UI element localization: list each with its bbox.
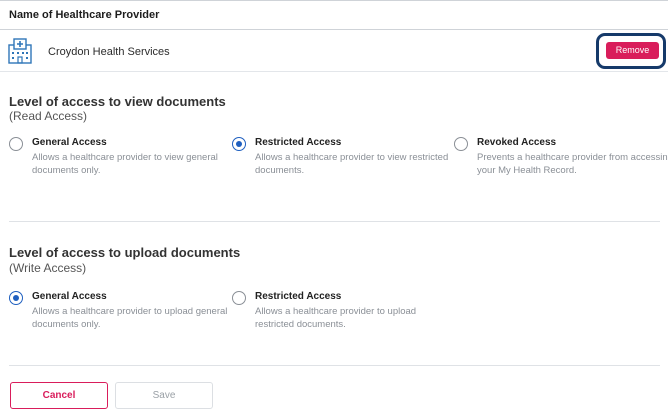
option-label: General Access (32, 137, 107, 148)
option-description: Allows a healthcare provider to upload r… (255, 306, 417, 330)
section-divider (9, 221, 660, 222)
hospital-icon (8, 38, 32, 64)
read-access-title: Level of access to view documents (9, 94, 226, 109)
save-button[interactable]: Save (115, 382, 213, 409)
provider-header: Name of Healthcare Provider (0, 0, 668, 30)
provider-name: Croydon Health Services (48, 46, 170, 58)
option-description: Allows a healthcare provider to view gen… (32, 152, 218, 176)
option-description: Allows a healthcare provider to upload g… (32, 306, 228, 330)
option-description: Allows a healthcare provider to view res… (255, 152, 449, 176)
provider-header-label: Name of Healthcare Provider (9, 9, 160, 21)
cancel-button[interactable]: Cancel (10, 382, 108, 409)
option-label: Restricted Access (255, 291, 342, 302)
radio-read-restricted[interactable] (232, 137, 246, 151)
actions-divider (9, 365, 660, 366)
radio-read-general[interactable] (9, 137, 23, 151)
option-label: Restricted Access (255, 137, 342, 148)
write-access-title: Level of access to upload documents (9, 245, 241, 260)
remove-button[interactable]: Remove (606, 42, 659, 59)
radio-write-restricted[interactable] (232, 291, 246, 305)
option-description: Prevents a healthcare provider from acce… (477, 152, 668, 176)
radio-write-general[interactable] (9, 291, 23, 305)
provider-row: Croydon Health Services (0, 31, 668, 72)
manage-provider-access-page: Name of Healthcare Provider Croydon Heal… (0, 0, 668, 412)
read-access-subtitle: (Read Access) (9, 109, 88, 123)
write-access-subtitle: (Write Access) (9, 261, 87, 275)
option-label: Revoked Access (477, 137, 557, 148)
option-label: General Access (32, 291, 107, 302)
radio-read-revoked[interactable] (454, 137, 468, 151)
